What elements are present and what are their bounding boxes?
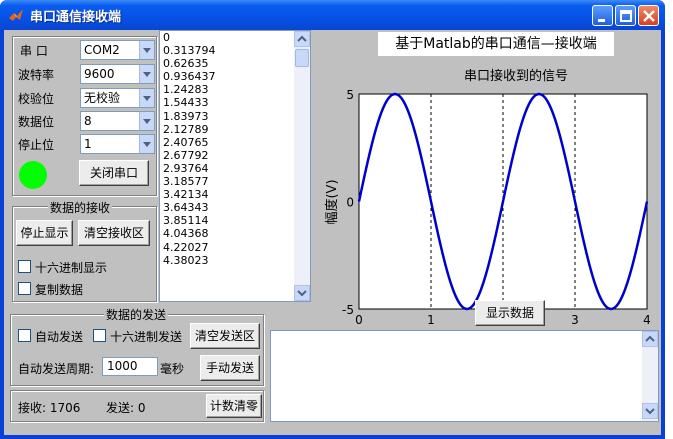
y-tick-label: -5 (342, 303, 354, 317)
matlab-icon (8, 7, 24, 23)
auto-send-label: 自动发送 (35, 330, 84, 344)
hex-display-checkbox[interactable] (18, 260, 31, 273)
scroll-up-arrow-icon[interactable] (294, 31, 310, 47)
send-area-scrollbar[interactable] (642, 331, 658, 421)
data-list-lines: 0 0.313794 0.62635 0.936437 1.24283 1.54433 1.… (160, 31, 294, 267)
y-tick-label: 0 (346, 196, 354, 210)
page-title: 基于Matlab的串口通信—接收端 (378, 32, 614, 56)
y-tick-label: 5 (346, 88, 354, 102)
data-bits-value: 8 (84, 114, 92, 128)
maximize-icon (620, 10, 632, 22)
x-tick-label: 0 (355, 313, 363, 327)
clear-receive-button[interactable]: 清空接收区 (78, 220, 150, 246)
show-data-button[interactable]: 显示数据 (475, 300, 545, 326)
data-bits-label: 数据位 (18, 115, 55, 129)
scroll-down-arrow-icon[interactable] (294, 285, 310, 301)
close-port-button[interactable]: 关闭串口 (79, 160, 149, 186)
stop-bits-select[interactable]: 1 (80, 134, 155, 154)
receive-panel-title: 数据的接收 (48, 199, 113, 216)
parity-value: 无校验 (84, 91, 121, 105)
y-axis-label: 幅度(V) (324, 179, 340, 224)
chart-title: 串口接收到的信号 (464, 68, 568, 84)
hex-send-checkbox[interactable] (93, 329, 106, 342)
port-select[interactable]: COM2 (80, 40, 155, 60)
list-item[interactable]: 0.936437 (160, 70, 294, 83)
data-bits-select[interactable]: 8 (80, 111, 155, 131)
x-tick-label: 1 (427, 313, 435, 327)
send-panel-title: 数据的发送 (104, 306, 169, 323)
scrollbar-thumb[interactable] (295, 49, 309, 67)
list-item[interactable]: 1.83973 (160, 110, 294, 123)
list-item[interactable]: 2.93764 (160, 162, 294, 175)
copy-data-checkbox[interactable] (18, 282, 31, 295)
minimize-button[interactable] (592, 5, 613, 26)
send-period-unit: 毫秒 (160, 362, 185, 376)
send-period-input[interactable]: 1000 (102, 357, 158, 376)
stop-bits-value: 1 (84, 137, 92, 151)
app-window: 串口通信接收端 串 口 COM2 波特率 9600 校验位 无校验 数据位 8 … (0, 0, 665, 439)
scroll-up-arrow-icon[interactable] (642, 331, 658, 347)
list-item[interactable]: 2.40765 (160, 136, 294, 149)
received-data-list[interactable]: 0 0.313794 0.62635 0.936437 1.24283 1.54433 1.… (159, 30, 311, 302)
received-count: 接收: 1706 (18, 401, 81, 415)
scroll-down-arrow-icon[interactable] (642, 403, 658, 419)
list-item[interactable]: 3.18577 (160, 175, 294, 188)
title-bar[interactable]: 串口通信接收端 (0, 0, 665, 30)
baud-select[interactable]: 9600 (80, 64, 155, 84)
list-item[interactable]: 4.04368 (160, 227, 294, 240)
list-item[interactable]: 4.22027 (160, 241, 294, 254)
send-text-area[interactable] (270, 330, 659, 422)
close-icon (643, 10, 655, 22)
chevron-down-icon[interactable] (139, 89, 154, 107)
baud-label: 波特率 (18, 68, 55, 82)
list-item[interactable]: 0 (160, 31, 294, 44)
send-period-label: 自动发送周期: (18, 362, 95, 376)
port-value: COM2 (84, 43, 120, 57)
x-tick-label: 4 (643, 313, 651, 327)
chevron-down-icon[interactable] (139, 65, 154, 83)
copy-data-label: 复制数据 (35, 283, 84, 297)
list-item[interactable]: 1.54433 (160, 96, 294, 109)
list-item[interactable]: 1.24283 (160, 83, 294, 96)
hex-send-label: 十六进制发送 (110, 330, 183, 344)
chevron-down-icon[interactable] (139, 112, 154, 130)
maximize-button[interactable] (615, 5, 636, 26)
list-item[interactable]: 3.64343 (160, 201, 294, 214)
list-item[interactable]: 0.313794 (160, 44, 294, 57)
chevron-down-icon[interactable] (139, 41, 154, 59)
port-label: 串 口 (20, 44, 48, 58)
list-item[interactable]: 2.12789 (160, 123, 294, 136)
chevron-down-icon[interactable] (139, 135, 154, 153)
auto-send-checkbox[interactable] (18, 329, 31, 342)
parity-select[interactable]: 无校验 (80, 88, 155, 108)
data-list-scrollbar[interactable] (294, 31, 310, 301)
window-title: 串口通信接收端 (30, 10, 122, 25)
clear-send-button[interactable]: 清空发送区 (190, 323, 260, 349)
manual-send-button[interactable]: 手动发送 (200, 355, 260, 381)
client-area: 串 口 COM2 波特率 9600 校验位 无校验 数据位 8 停止位 1 关闭… (4, 30, 661, 435)
list-item[interactable]: 0.62635 (160, 57, 294, 70)
close-button[interactable] (638, 5, 659, 26)
port-status-indicator (19, 161, 47, 189)
x-tick-label: 3 (571, 313, 579, 327)
list-item[interactable]: 3.42134 (160, 188, 294, 201)
parity-label: 校验位 (18, 92, 55, 106)
baud-value: 9600 (84, 67, 115, 81)
sent-count: 发送: 0 (106, 401, 146, 415)
list-item[interactable]: 4.38023 (160, 254, 294, 267)
minimize-icon (598, 19, 605, 22)
hex-display-label: 十六进制显示 (35, 261, 108, 275)
stop-display-button[interactable]: 停止显示 (16, 220, 73, 246)
list-item[interactable]: 2.67792 (160, 149, 294, 162)
stop-bits-label: 停止位 (18, 138, 55, 152)
reset-count-button[interactable]: 计数清零 (206, 394, 262, 418)
list-item[interactable]: 3.85114 (160, 214, 294, 227)
signal-chart: 串口接收到的信号 0123450-5 幅度(V) (324, 68, 651, 327)
